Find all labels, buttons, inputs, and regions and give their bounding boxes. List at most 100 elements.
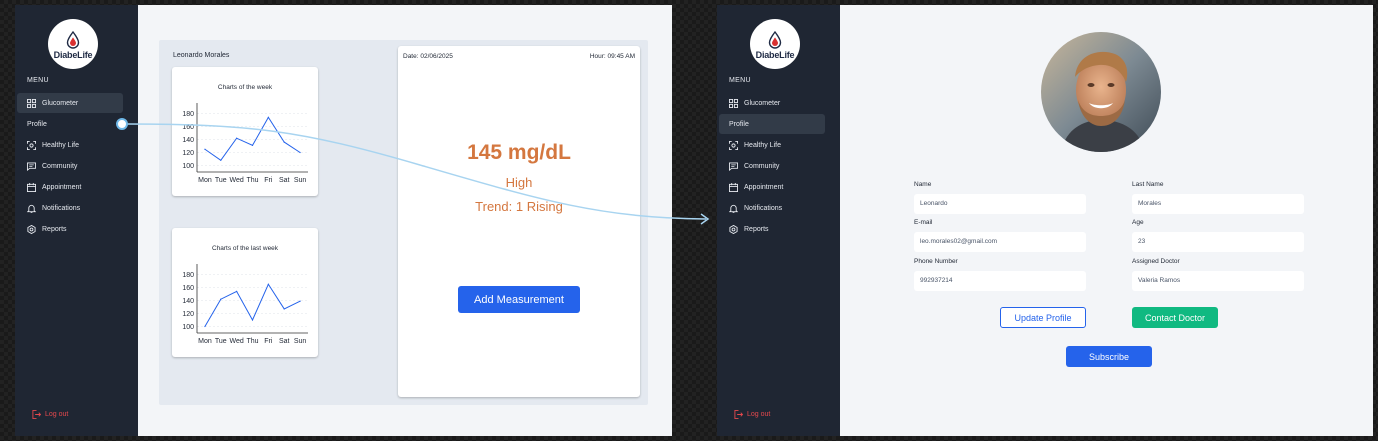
glucose-trend: Trend: 1 Rising bbox=[475, 199, 563, 214]
x-tick-label: Sun bbox=[294, 177, 307, 184]
data-point bbox=[267, 283, 269, 285]
sidebar-item-profile[interactable]: Profile bbox=[719, 114, 825, 134]
patient-name: Leonardo Morales bbox=[173, 52, 230, 59]
doctor-label: Assigned Doctor bbox=[1132, 258, 1180, 265]
phone-input[interactable] bbox=[914, 270, 1086, 291]
logout-label: Log out bbox=[747, 411, 771, 418]
last-name-label: Last Name bbox=[1132, 181, 1164, 188]
x-tick-label: Sat bbox=[279, 177, 290, 184]
calendar-icon bbox=[27, 182, 36, 192]
last-week-chart-card: Charts of the last week 100 120 140 160 180 M… bbox=[172, 228, 318, 357]
x-tick-label: Fri bbox=[264, 177, 273, 184]
update-profile-button[interactable]: Update Profile bbox=[1000, 307, 1086, 328]
x-tick-label: Wed bbox=[230, 338, 244, 345]
sidebar-item-label: Appointment bbox=[744, 183, 784, 191]
age-label: Age bbox=[1132, 219, 1144, 226]
sidebar-item-healthy-life[interactable]: Healthy Life bbox=[17, 135, 123, 155]
sidebar-item-healthy-life[interactable]: Healthy Life bbox=[719, 135, 825, 155]
bell-icon bbox=[27, 204, 36, 213]
sidebar-nav: Glucometer Profile Healthy Life Communit… bbox=[17, 93, 123, 240]
email-field: E-mail bbox=[914, 219, 1086, 252]
sidebar-item-glucometer[interactable]: Glucometer bbox=[17, 93, 123, 113]
reading-hour: Hour: 09:45 AM bbox=[589, 53, 635, 60]
x-tick-label: Mon bbox=[198, 338, 212, 345]
subscribe-button[interactable]: Subscribe bbox=[1066, 346, 1152, 367]
x-tick-label: Mon bbox=[198, 177, 212, 184]
logout-label: Log out bbox=[45, 411, 69, 418]
name-field: Name bbox=[914, 181, 1086, 214]
glucose-value: 145 mg/dL bbox=[467, 141, 571, 164]
y-tick-label: 160 bbox=[182, 285, 194, 292]
y-tick-label: 180 bbox=[182, 272, 194, 279]
main-content: Leonardo Morales Charts of the week 100 1… bbox=[138, 5, 672, 436]
sidebar-item-label: Community bbox=[744, 162, 780, 170]
name-label: Name bbox=[914, 181, 932, 188]
sidebar-item-label: Glucometer bbox=[42, 99, 79, 107]
logout-icon bbox=[32, 410, 41, 419]
sidebar-item-reports[interactable]: Reports bbox=[719, 219, 825, 239]
logout-button[interactable]: Log out bbox=[734, 410, 770, 419]
sidebar-item-label: Profile bbox=[27, 120, 47, 128]
sidebar-item-profile[interactable]: Profile bbox=[17, 114, 123, 134]
sidebar-item-community[interactable]: Community bbox=[719, 156, 825, 176]
email-input[interactable] bbox=[914, 231, 1086, 252]
profile-avatar[interactable] bbox=[1041, 32, 1161, 152]
sidebar-item-notifications[interactable]: Notifications bbox=[17, 198, 123, 218]
brand-logo: DiabeLife bbox=[48, 19, 98, 69]
add-measurement-button[interactable]: Add Measurement bbox=[458, 286, 580, 313]
data-point bbox=[267, 116, 269, 118]
data-point bbox=[299, 300, 301, 302]
main-content: Name Last Name E-mail Age Phone Number A… bbox=[840, 5, 1373, 436]
weekly-chart: 100 120 140 160 180 Mon Tue Wed Thu Fri Sat Sun bbox=[182, 103, 308, 184]
sidebar-item-label: Appointment bbox=[42, 183, 82, 191]
contact-doctor-button[interactable]: Contact Doctor bbox=[1132, 307, 1218, 328]
phone-field: Phone Number bbox=[914, 258, 1086, 291]
email-label: E-mail bbox=[914, 219, 933, 226]
doctor-input[interactable] bbox=[1132, 270, 1304, 291]
sidebar-item-appointment[interactable]: Appointment bbox=[719, 177, 825, 197]
x-tick-label: Fri bbox=[264, 338, 273, 345]
sidebar-item-label: Notifications bbox=[744, 204, 783, 212]
sidebar-item-notifications[interactable]: Notifications bbox=[719, 198, 825, 218]
y-tick-label: 140 bbox=[182, 137, 194, 144]
sidebar-item-reports[interactable]: Reports bbox=[17, 219, 123, 239]
data-point bbox=[283, 308, 285, 310]
sidebar-item-label: Reports bbox=[42, 225, 67, 233]
y-tick-label: 120 bbox=[182, 150, 194, 157]
last-week-chart: 100 120 140 160 180 Mon Tue Wed Thu Fri Sat Sun bbox=[182, 264, 308, 345]
sidebar: DiabeLife MENU Glucometer Profile Health… bbox=[717, 5, 840, 436]
x-tick-label: Thu bbox=[246, 338, 258, 345]
y-tick-label: 120 bbox=[182, 311, 194, 318]
profile-screen: DiabeLife MENU Glucometer Profile Health… bbox=[717, 5, 1373, 436]
sidebar-nav: Glucometer Profile Healthy Life Communit… bbox=[719, 93, 825, 240]
chat-icon bbox=[27, 161, 36, 171]
x-tick-label: Sun bbox=[294, 338, 307, 345]
age-input[interactable] bbox=[1132, 231, 1304, 252]
name-input[interactable] bbox=[914, 193, 1086, 214]
calendar-icon bbox=[729, 182, 738, 192]
sidebar-item-appointment[interactable]: Appointment bbox=[17, 177, 123, 197]
brand-name: DiabeLife bbox=[53, 49, 93, 60]
data-point bbox=[220, 298, 222, 300]
doctor-field: Assigned Doctor bbox=[1132, 258, 1304, 291]
menu-label: MENU bbox=[27, 77, 49, 84]
sidebar-item-label: Healthy Life bbox=[42, 141, 79, 149]
series-line bbox=[204, 116, 301, 161]
brand-logo: DiabeLife bbox=[750, 19, 800, 69]
sidebar-item-label: Healthy Life bbox=[744, 141, 781, 149]
sidebar-item-glucometer[interactable]: Glucometer bbox=[719, 93, 825, 113]
x-tick-label: Sat bbox=[279, 338, 290, 345]
scan-icon bbox=[729, 140, 738, 150]
settings-icon bbox=[27, 224, 36, 234]
y-tick-label: 100 bbox=[182, 324, 194, 331]
scan-icon bbox=[27, 140, 36, 150]
last-name-input[interactable] bbox=[1132, 193, 1304, 214]
y-tick-label: 100 bbox=[182, 163, 194, 170]
blood-drop-icon bbox=[66, 30, 80, 49]
logout-button[interactable]: Log out bbox=[32, 410, 68, 419]
sidebar-item-community[interactable]: Community bbox=[17, 156, 123, 176]
glucometer-screen: DiabeLife MENU Glucometer Profile Health… bbox=[15, 5, 672, 436]
y-tick-label: 160 bbox=[182, 124, 194, 131]
grid-icon bbox=[27, 98, 36, 108]
sidebar-item-label: Community bbox=[42, 162, 78, 170]
